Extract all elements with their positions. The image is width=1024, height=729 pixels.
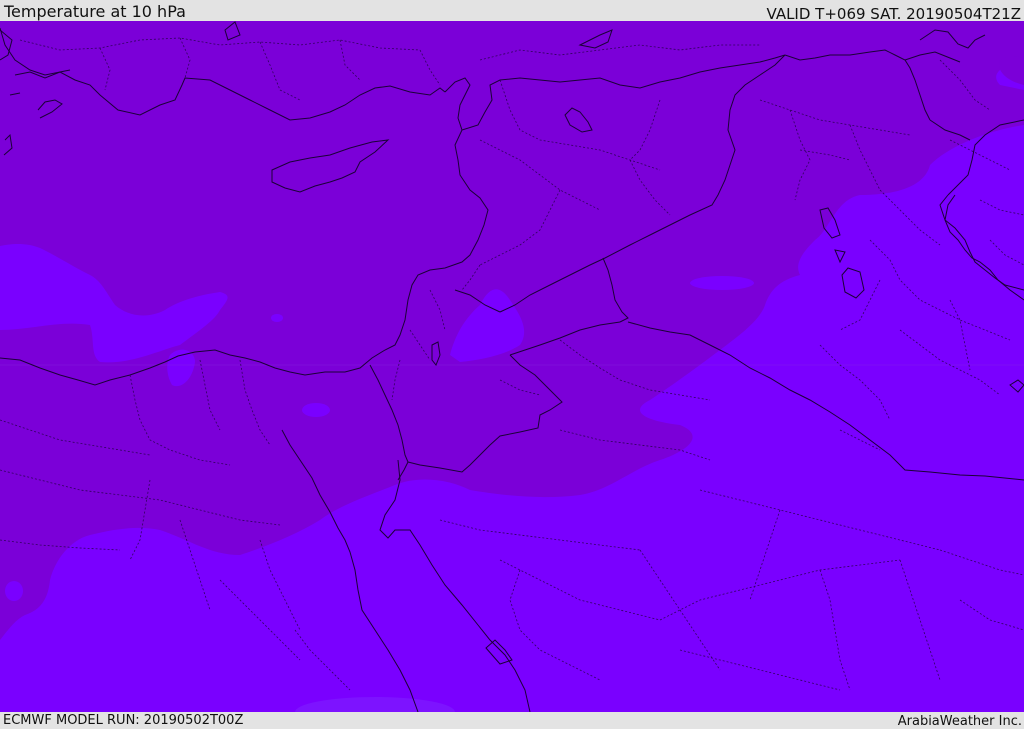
cool-blob-3 [271, 314, 283, 322]
model-run-label: ECMWF MODEL RUN: 20190502T00Z [3, 713, 244, 728]
cool-blob-4 [5, 581, 23, 601]
temperature-map-svg [0, 21, 1024, 712]
map-title: Temperature at 10 hPa [4, 2, 186, 21]
credit-label: ArabiaWeather Inc. [897, 714, 1022, 729]
valid-time: VALID T+069 SAT. 20190504T21Z [766, 5, 1021, 23]
map-footer: ECMWF MODEL RUN: 20190502T00Z ArabiaWeat… [0, 712, 1024, 729]
map-canvas [0, 21, 1024, 712]
map-header: Temperature at 10 hPa VALID T+069 SAT. 2… [0, 0, 1024, 23]
cool-blob-1 [690, 276, 754, 290]
cool-blob-2 [302, 403, 330, 417]
